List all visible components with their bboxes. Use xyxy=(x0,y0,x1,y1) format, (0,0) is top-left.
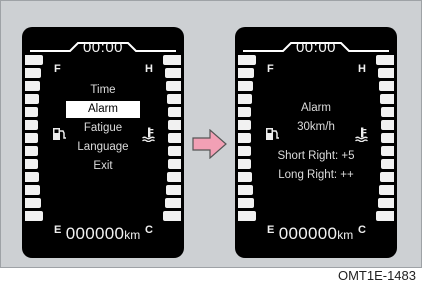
fuel-gauge-segment xyxy=(238,185,253,195)
temp-gauge-segment xyxy=(165,68,181,78)
temp-gauge-segment xyxy=(165,198,181,208)
fuel-gauge-segment xyxy=(25,55,43,65)
menu-item-fatigue[interactable]: Fatigue xyxy=(22,119,184,138)
temp-gauge-segment xyxy=(166,185,181,195)
temp-gauge-segment xyxy=(376,211,394,221)
cluster-display-alarm: 00:00 F E H C Alarm 30km/h Short Right: … xyxy=(235,27,397,258)
fuel-full-label: F xyxy=(267,63,274,75)
temp-hot-label: H xyxy=(358,63,366,75)
temp-hot-label: H xyxy=(145,63,153,75)
odometer-unit: km xyxy=(337,228,354,242)
long-right-setting: Long Right: ++ xyxy=(278,169,354,181)
temp-gauge-segment xyxy=(376,55,394,65)
alarm-settings: Alarm 30km/h Short Right: +5 Long Right:… xyxy=(235,99,397,185)
fuel-full-label: F xyxy=(54,63,61,75)
odometer-value: 000000 xyxy=(278,224,338,243)
clock-display: 00:00 xyxy=(82,39,124,56)
temp-gauge-segment xyxy=(163,211,181,221)
temp-gauge-segment xyxy=(379,81,394,91)
menu-item-language[interactable]: Language xyxy=(22,138,184,157)
alarm-speed-value[interactable]: 30km/h xyxy=(235,118,397,137)
cluster-display-menu: 00:00 F E H C Time Alarm Fatigue Languag… xyxy=(22,27,184,258)
right-arrow-icon xyxy=(192,129,227,159)
menu-item-time[interactable]: Time xyxy=(22,81,184,100)
temp-gauge-segment xyxy=(378,198,394,208)
fuel-gauge-segment xyxy=(238,55,256,65)
temp-gauge-segment xyxy=(378,68,394,78)
odometer-unit: km xyxy=(124,228,141,242)
odometer: 000000km xyxy=(235,224,397,244)
fuel-gauge-segment xyxy=(25,198,41,208)
short-right-setting: Short Right: +5 xyxy=(277,150,355,162)
settings-menu: Time Alarm Fatigue Language Exit xyxy=(22,81,184,176)
fuel-gauge-segment xyxy=(238,198,254,208)
fuel-gauge-segment xyxy=(25,185,40,195)
odometer-value: 000000 xyxy=(65,224,125,243)
fuel-gauge-segment xyxy=(25,68,41,78)
alarm-title: Alarm xyxy=(300,102,332,114)
fuel-gauge-segment xyxy=(238,81,253,91)
menu-item-alarm-selected[interactable]: Alarm xyxy=(65,101,141,118)
odometer: 000000km xyxy=(22,224,184,244)
figure-frame: 00:00 F E H C Time Alarm Fatigue Languag… xyxy=(0,0,422,268)
fuel-gauge-segment xyxy=(238,68,254,78)
clock-display: 00:00 xyxy=(295,39,337,56)
fuel-gauge-segment xyxy=(238,211,256,221)
figure-caption: OMT1E-1483 xyxy=(337,268,416,283)
temp-gauge-segment xyxy=(163,55,181,65)
temp-gauge-segment xyxy=(379,185,394,195)
menu-item-exit[interactable]: Exit xyxy=(22,157,184,176)
fuel-gauge-segment xyxy=(25,211,43,221)
